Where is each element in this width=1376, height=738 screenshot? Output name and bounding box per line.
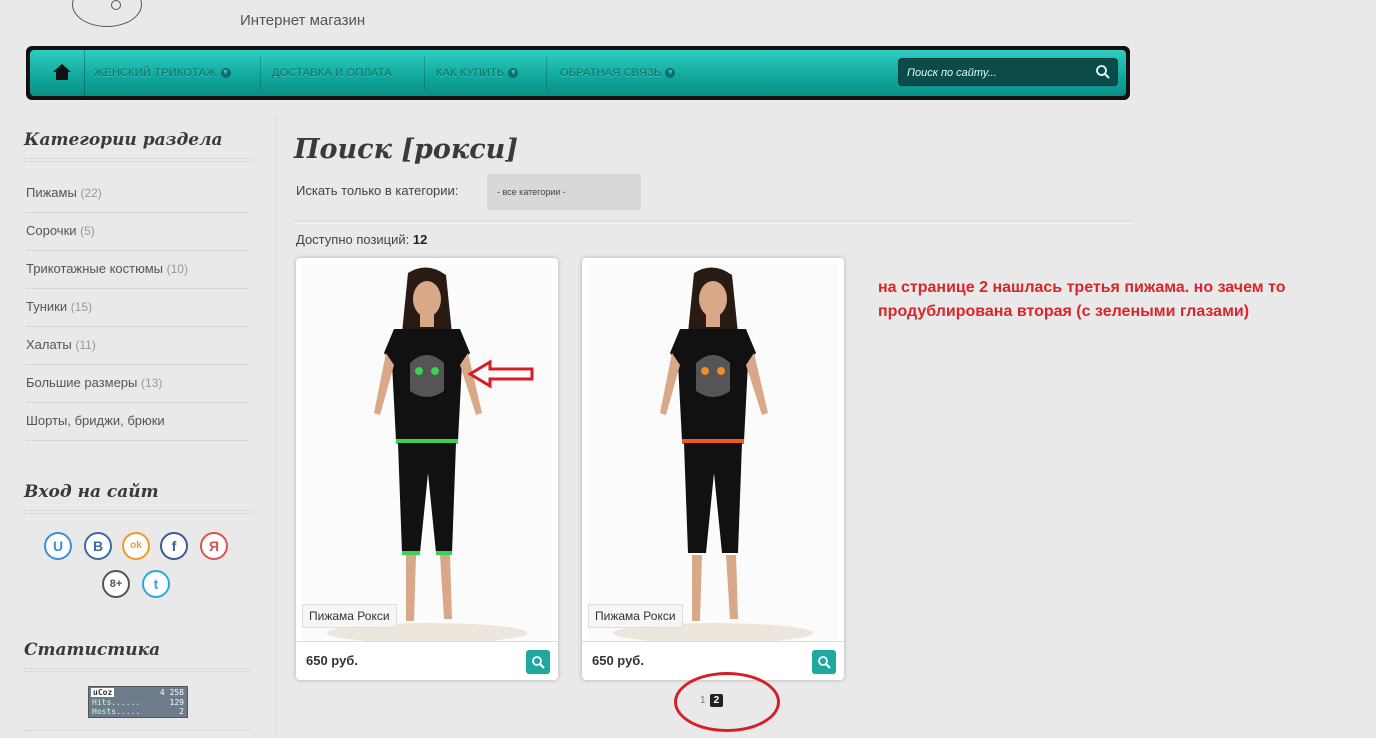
page-title: Поиск [рокси] — [294, 134, 519, 165]
search-input[interactable] — [905, 63, 1089, 83]
yandex-login-icon[interactable]: Я — [200, 532, 228, 560]
odnoklassniki-login-icon[interactable]: ok — [122, 532, 150, 560]
category-filter-label: Искать только в категории: — [296, 183, 459, 198]
ucoz-counter[interactable]: uCoz 4 258 Hits...... 129 Hosts..... 2 — [88, 686, 188, 718]
search-box — [898, 58, 1118, 86]
google-plus-login-icon[interactable]: 8+ — [102, 570, 130, 598]
twitter-login-icon[interactable]: t — [142, 570, 170, 598]
magnifier-icon — [532, 656, 545, 669]
product-card[interactable]: Пижама Рокси 650 руб. — [296, 258, 558, 680]
home-button[interactable] — [40, 50, 85, 96]
category-item[interactable]: Халаты (11) — [26, 326, 248, 365]
login-heading: Вход на сайт — [24, 482, 159, 502]
divider — [24, 668, 250, 672]
zoom-button[interactable] — [812, 650, 836, 674]
nav-item-delivery[interactable]: Доставка и оплата — [272, 50, 392, 96]
category-item[interactable]: Большие размеры (13) — [26, 364, 248, 403]
vk-login-icon[interactable]: B — [84, 532, 112, 560]
red-arrow-annotation — [468, 359, 534, 389]
stats-heading: Статистика — [24, 640, 161, 660]
product-image[interactable] — [588, 263, 838, 641]
home-icon — [53, 64, 71, 80]
sidebar-divider — [276, 118, 277, 738]
product-name[interactable]: Пижама Рокси — [588, 604, 683, 628]
product-card[interactable]: Пижама Рокси 650 руб. — [582, 258, 844, 680]
annotation-text: на странице 2 нашлась третья пижама. но … — [878, 279, 1286, 320]
product-price: 650 руб. — [592, 653, 644, 668]
site-subtitle: Интернет магазин — [240, 12, 366, 29]
nav-item-womens-knitwear[interactable]: Женский трикотаж ▼ — [94, 50, 231, 96]
main-navbar: Женский трикотаж ▼ Доставка и оплата Как … — [26, 46, 1130, 100]
divider — [294, 220, 1132, 224]
category-item[interactable]: Пижамы (22) — [26, 174, 248, 213]
chevron-down-icon: ▼ — [665, 68, 676, 79]
product-eyes — [696, 355, 730, 397]
divider — [24, 510, 250, 514]
category-item[interactable]: Трикотажные костюмы (10) — [26, 250, 248, 289]
zoom-button[interactable] — [526, 650, 550, 674]
search-icon[interactable] — [1095, 64, 1111, 80]
nav-item-feedback[interactable]: Обратная связь ▼ — [560, 50, 676, 96]
category-item[interactable]: Шорты, бриджи, брюки — [26, 402, 248, 441]
ucoz-login-icon[interactable]: U — [44, 532, 72, 560]
categories-heading: Категории раздела — [24, 130, 223, 150]
chevron-down-icon: ▼ — [220, 68, 231, 79]
chevron-down-icon: ▼ — [508, 68, 519, 79]
category-item[interactable]: Сорочки (5) — [26, 212, 248, 251]
divider — [24, 158, 250, 162]
magnifier-icon — [818, 656, 831, 669]
category-item[interactable]: Туники (15) — [26, 288, 248, 327]
product-name[interactable]: Пижама Рокси — [302, 604, 397, 628]
product-image[interactable] — [302, 263, 552, 641]
product-eyes — [410, 355, 444, 397]
available-count: Доступно позиций: 12 — [296, 232, 428, 247]
product-price: 650 руб. — [306, 653, 358, 668]
logo[interactable] — [72, 0, 142, 27]
red-circle-annotation — [674, 672, 780, 732]
category-filter-select[interactable]: - все категории - — [487, 174, 641, 210]
nav-item-how-to-buy[interactable]: Как купить ▼ — [436, 50, 519, 96]
facebook-login-icon[interactable]: f — [160, 532, 188, 560]
